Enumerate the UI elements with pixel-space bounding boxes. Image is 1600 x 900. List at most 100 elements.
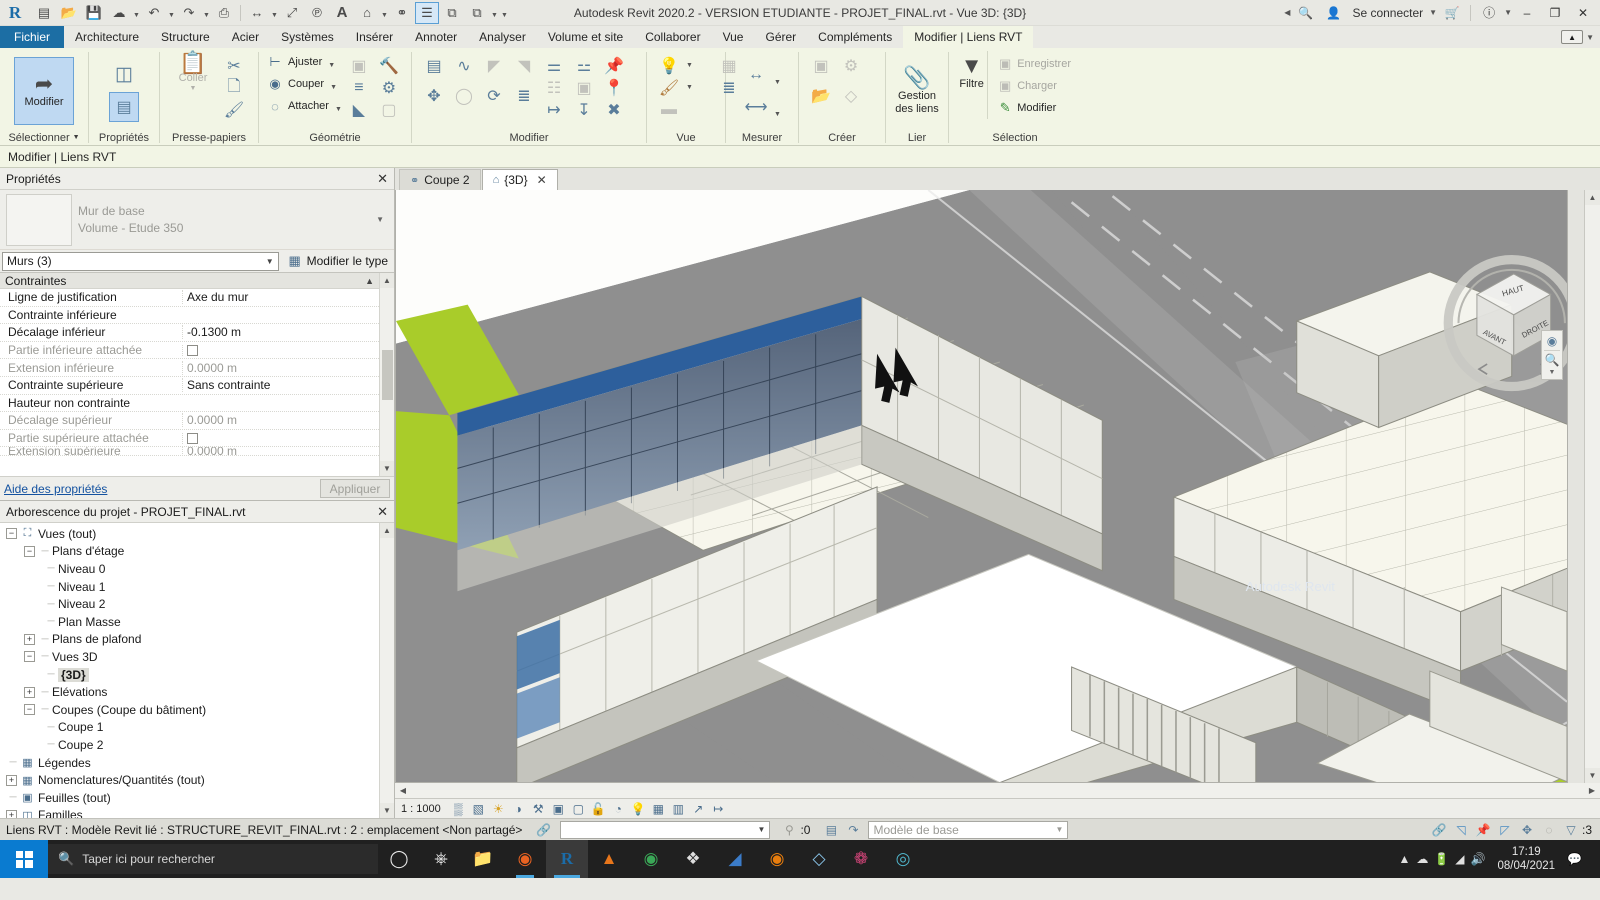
firefox-icon[interactable]: ◉	[504, 840, 546, 878]
drag-elements-icon[interactable]: ✥	[1516, 820, 1538, 840]
zoom-chevron-icon[interactable]: ▼	[1549, 369, 1556, 376]
show-desktop-button[interactable]	[1588, 846, 1596, 872]
ribbon-minimize-chevron-icon[interactable]: ▼	[1586, 33, 1594, 42]
copy-element-icon[interactable]: ◯	[449, 81, 479, 111]
browser-scrollbar[interactable]: ▲ ▼	[379, 523, 394, 818]
properties-scroll-down-icon[interactable]: ▼	[379, 461, 394, 476]
property-checkbox[interactable]	[187, 432, 198, 444]
tab-architecture[interactable]: Architecture	[64, 26, 150, 48]
sketchup-icon[interactable]: ◢	[714, 840, 756, 878]
property-row[interactable]: Extension supérieure 0.0000 m	[0, 447, 379, 457]
view-scroll-right-icon[interactable]: ▶	[1584, 786, 1600, 795]
properties-close-icon[interactable]: ✕	[377, 171, 388, 187]
modify-button[interactable]: ➦ Modifier	[14, 56, 74, 125]
view-horizontal-scrollbar[interactable]: ◀ ▶	[395, 783, 1600, 798]
load-selection-button[interactable]: ▣ Charger	[993, 75, 1074, 97]
new-icon[interactable]: ▤	[32, 2, 56, 24]
type-selector-preview[interactable]: Mur de base Volume - Etude 350 ▼	[0, 190, 394, 250]
select-links-icon[interactable]: 🔗	[1428, 820, 1450, 840]
tab-analyser[interactable]: Analyser	[468, 26, 537, 48]
tree-node-niveau-0[interactable]: ─ Niveau 0	[0, 560, 379, 578]
ribbon-minimize-icon[interactable]: ▲	[1561, 30, 1584, 44]
properties-scroll-thumb[interactable]	[381, 349, 393, 400]
mirror-draw-axis-icon[interactable]: ◥	[509, 51, 539, 81]
save-to-cloud-icon[interactable]: ☁	[107, 2, 131, 24]
redo-chevron-icon[interactable]: ▼	[202, 2, 211, 24]
worksets-combo[interactable]: Modèle de base ▼	[868, 820, 1069, 839]
bimvision-icon[interactable]: ◎	[882, 840, 924, 878]
apply-button[interactable]: Appliquer	[320, 479, 390, 498]
reveal-hidden-elements-icon[interactable]: 💡	[630, 800, 647, 817]
undo-chevron-icon[interactable]: ▼	[167, 2, 176, 24]
account-avatar-icon[interactable]: 👤	[1320, 1, 1346, 25]
tree-node-nomenclatures[interactable]: + ▦ Nomenclatures/Quantités (tout)	[0, 771, 379, 789]
type-selector-chevron-icon[interactable]: ▼	[376, 215, 388, 224]
account-chevron-icon[interactable]: ▼	[1429, 8, 1437, 17]
paste-chevron-icon[interactable]: ▼	[190, 85, 197, 93]
property-row[interactable]: Décalage supérieur 0.0000 m	[0, 412, 379, 430]
mirror-pick-axis-icon[interactable]: ◤	[479, 51, 509, 81]
properties-scrollbar[interactable]: ▲ ▼	[379, 273, 394, 476]
match-type-properties-icon[interactable]: 🖌	[219, 95, 249, 125]
tree-node-feuilles[interactable]: ─ ▣ Feuilles (tout)	[0, 789, 379, 807]
properties-help-link[interactable]: Aide des propriétés	[4, 482, 107, 496]
tree-node-vues-3d[interactable]: − ─ Vues 3D	[0, 648, 379, 666]
view-scroll-down-icon[interactable]: ▼	[1585, 768, 1600, 783]
select-underlay-icon[interactable]: ◹	[1450, 820, 1472, 840]
analytical-model-icon[interactable]: ▥	[670, 800, 687, 817]
move-icon[interactable]: ✥	[419, 81, 449, 111]
edit-type-button[interactable]: ▦ Modifier le type	[283, 252, 391, 270]
linework-chevron-icon[interactable]: ▼	[684, 84, 714, 91]
taskbar-clock[interactable]: 17:19 08/04/2021	[1491, 845, 1561, 874]
filter-button[interactable]: ▼ Filtre	[956, 51, 987, 94]
photoshop-icon[interactable]: ❁	[840, 840, 882, 878]
start-button[interactable]	[0, 840, 48, 878]
browser-scroll-up-icon[interactable]: ▲	[379, 523, 394, 538]
3d-viewport[interactable]: HAUT AVANT DROITE Autodesk Revit ◉ 🔍 ▼	[395, 190, 1568, 783]
property-row[interactable]: Partie supérieure attachée	[0, 430, 379, 448]
attacher-chevron-icon[interactable]: ▼	[333, 106, 344, 113]
cortana-icon[interactable]: ◯	[378, 840, 420, 878]
panel-chevron-icon[interactable]: ▼	[73, 134, 80, 141]
measure-chevron-2-icon[interactable]: ▼	[772, 111, 783, 118]
redo-icon[interactable]: ↷	[177, 2, 201, 24]
property-row[interactable]: Ligne de justification Axe du mur	[0, 289, 379, 307]
tree-node-plans-detage[interactable]: − ─ Plans d'étage	[0, 543, 379, 561]
undo-icon[interactable]: ↶	[142, 2, 166, 24]
onedrive-tray-icon[interactable]: ☁	[1416, 852, 1428, 866]
property-row[interactable]: Partie inférieure attachée	[0, 342, 379, 360]
archicad-icon[interactable]: ❖	[672, 840, 714, 878]
steering-wheel-icon[interactable]: ◉	[1547, 334, 1557, 348]
infocenter-chevron-icon[interactable]: ◀	[1284, 8, 1290, 17]
tree-node-plan-masse[interactable]: ─ Plan Masse	[0, 613, 379, 631]
onedrive-icon[interactable]: ◇	[798, 840, 840, 878]
action-center-icon[interactable]: 💬	[1567, 852, 1582, 866]
array-icon[interactable]: ≣	[509, 81, 539, 111]
property-row[interactable]: Extension inférieure 0.0000 m	[0, 359, 379, 377]
blender-icon[interactable]: ◉	[756, 840, 798, 878]
attacher-button[interactable]: Attacher	[285, 95, 332, 117]
couper-button[interactable]: Couper	[285, 73, 327, 95]
search-icon[interactable]: 🔍	[1292, 1, 1318, 25]
align-icon[interactable]: ▤	[419, 51, 449, 81]
text-icon[interactable]: A	[330, 2, 354, 24]
create-part-icon[interactable]: ⚙	[836, 51, 866, 81]
temporary-hide-isolate-icon[interactable]: ◔	[610, 800, 627, 817]
tab-inserer[interactable]: Insérer	[345, 26, 404, 48]
tree-node-vues-tout[interactable]: − ⛶ Vues (tout)	[0, 525, 379, 543]
navigation-bar[interactable]: ◉ 🔍 ▼	[1541, 330, 1563, 380]
measure-icon[interactable]: ↔	[245, 2, 269, 24]
sign-in-label[interactable]: Se connecter	[1348, 6, 1427, 20]
customize-qat-icon[interactable]: ▼	[500, 2, 509, 24]
tab-structure[interactable]: Structure	[150, 26, 221, 48]
aligned-dimension-icon[interactable]: ⤢	[280, 2, 304, 24]
zoom-icon[interactable]: 🔍	[1545, 353, 1560, 367]
manage-links-button[interactable]: 📎 Gestion des liens	[893, 63, 941, 118]
view-tab-3d[interactable]: ⌂ {3D} ✕	[481, 169, 558, 190]
property-value[interactable]	[182, 344, 379, 356]
tab-fichier[interactable]: Fichier	[0, 26, 65, 48]
model-link-icon[interactable]: 🔗	[532, 820, 554, 840]
help-icon[interactable]: ⓘ	[1476, 1, 1502, 25]
save-icon[interactable]: 💾	[82, 2, 106, 24]
view-tab-coupe-2[interactable]: ⚭ Coupe 2	[399, 169, 481, 190]
